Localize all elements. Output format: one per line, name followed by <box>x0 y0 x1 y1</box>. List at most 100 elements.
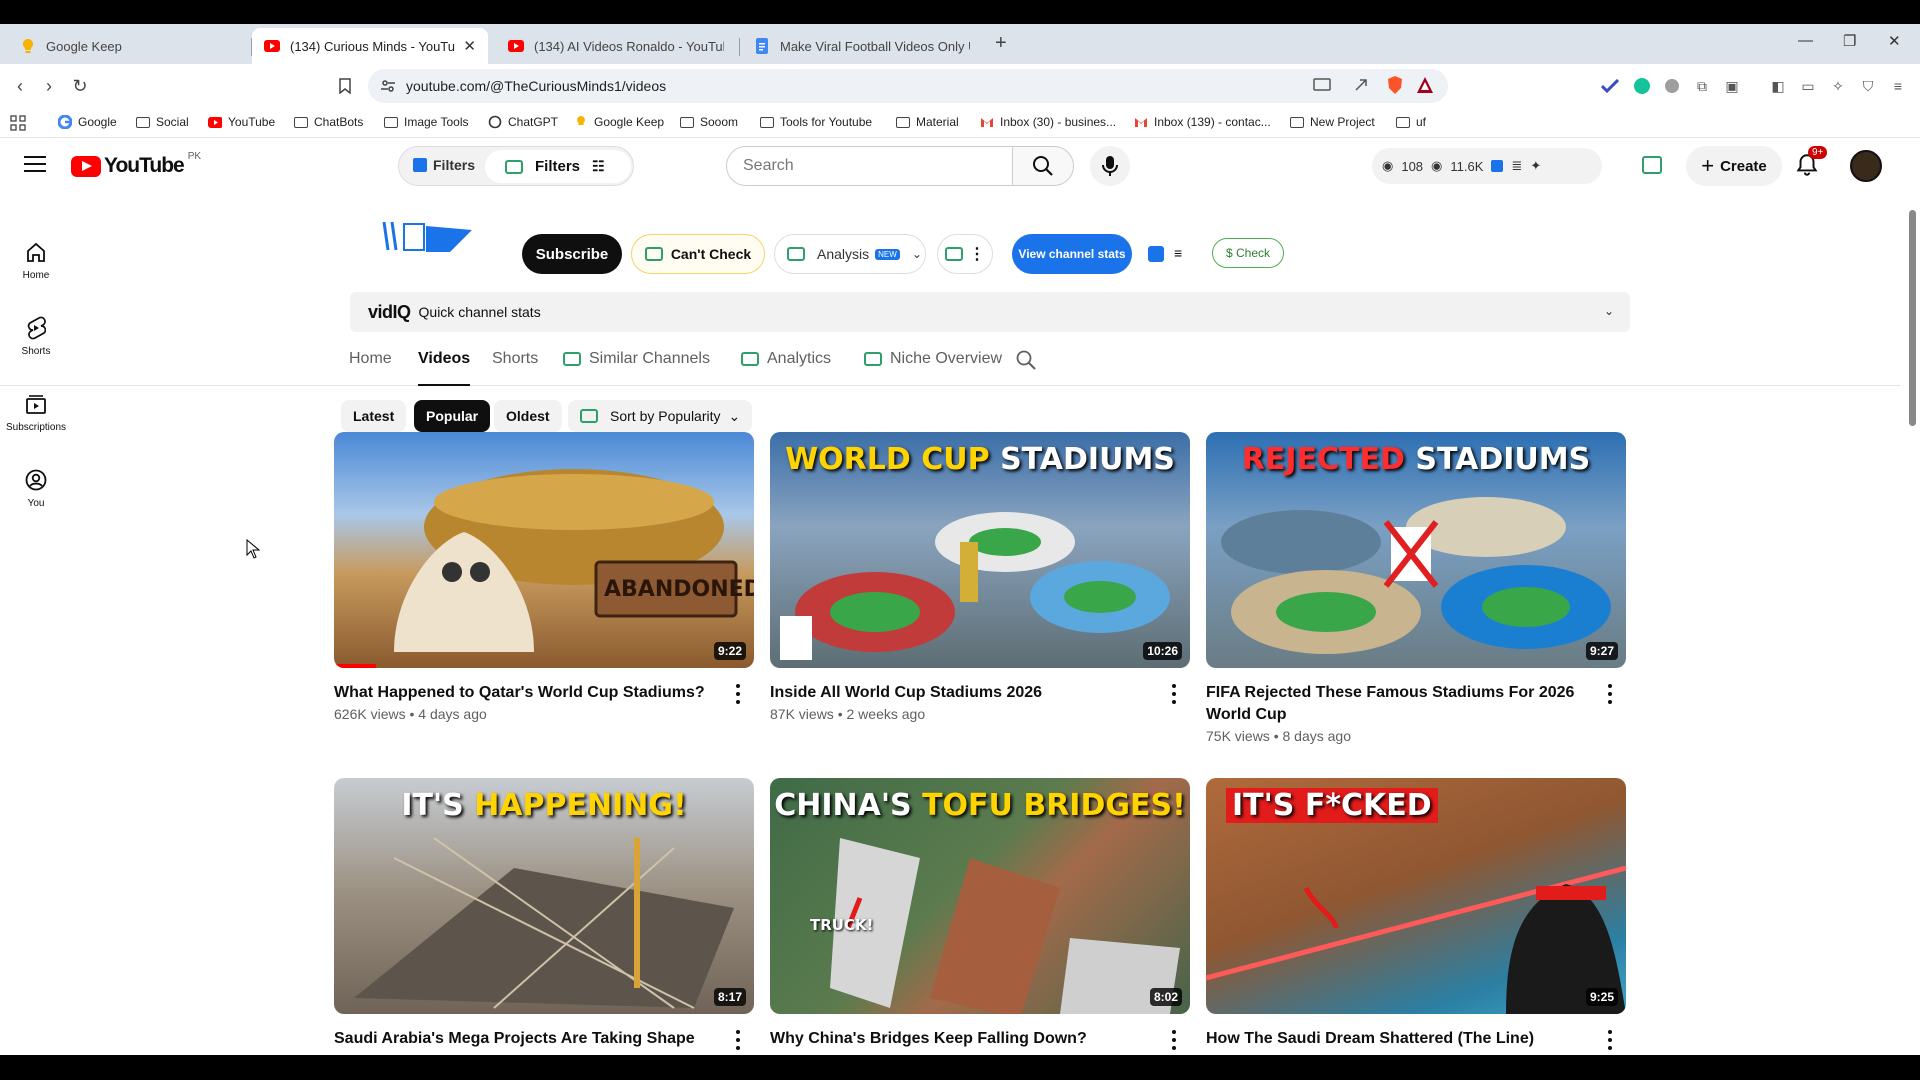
video-card[interactable]: IT'S F*CKED 9:25 How The Saudi Dream Sha… <box>1206 778 1626 1050</box>
bookmark-tools-for-youtube[interactable]: Tools for Youtube <box>760 115 872 129</box>
more-vert-icon[interactable] <box>728 682 748 706</box>
address-bar[interactable]: youtube.com/@TheCuriousMinds1/videos <box>368 69 1448 103</box>
back-icon[interactable]: ‹ <box>8 74 32 98</box>
check-extension-icon[interactable] <box>1600 76 1620 96</box>
tab-home[interactable]: Home <box>349 350 392 368</box>
tab-google-keep[interactable]: Google Keep <box>8 28 248 64</box>
guide-item-home[interactable]: Home <box>0 240 72 281</box>
apps-icon[interactable] <box>10 115 26 131</box>
tab-videos[interactable]: Videos <box>418 350 471 386</box>
more-vert-icon[interactable] <box>1600 1028 1620 1052</box>
video-card[interactable]: WORLD CUP STADIUMS 10:26 Inside All Worl… <box>770 432 1190 722</box>
quick-channel-stats-bar[interactable]: vidIQ Quick channel stats ⌄ <box>350 292 1630 332</box>
vpn-icon[interactable]: ⛉ <box>1858 76 1878 96</box>
more-vert-icon[interactable] <box>1600 682 1620 706</box>
bookmark-uf[interactable]: uf <box>1396 115 1426 129</box>
cant-check-button[interactable]: Can't Check <box>631 234 765 274</box>
bookmark-chatbots[interactable]: ChatBots <box>294 115 363 129</box>
minimize-icon[interactable]: — <box>1798 32 1813 49</box>
video-card[interactable]: ABANDONED 9:22 What Happened to Qatar's … <box>334 432 754 722</box>
bookmark-new-project[interactable]: New Project <box>1290 115 1375 129</box>
more-vert-icon[interactable] <box>1164 682 1184 706</box>
tab-curious-minds[interactable]: (134) Curious Minds - YouTube ✕ <box>252 28 488 64</box>
tab-similar-channels[interactable]: Similar Channels <box>563 350 710 368</box>
brave-rewards-icon[interactable] <box>1416 76 1434 99</box>
grammarly-icon[interactable] <box>1632 76 1652 96</box>
bookmark-page-icon[interactable] <box>333 74 357 98</box>
tab-shorts[interactable]: Shorts <box>492 350 538 368</box>
brave-shield-icon[interactable] <box>1386 75 1404 100</box>
filters-button[interactable]: Filters ☷ <box>485 150 631 183</box>
wallet-icon[interactable]: ▭ <box>1798 76 1818 96</box>
filters-button-compact[interactable]: Filters <box>413 157 475 173</box>
create-button[interactable]: + Create <box>1686 146 1782 186</box>
page-scrollbar[interactable] <box>1904 170 1920 1055</box>
vidiq-realtime-stats[interactable]: ◉ 108 ◉ 11.6K ≣ ✦ <box>1372 148 1602 184</box>
tab-make-viral[interactable]: Make Viral Football Videos Only Usi <box>742 28 982 64</box>
video-title[interactable]: FIFA Rejected These Famous Stadiums For … <box>1206 682 1626 726</box>
video-thumbnail[interactable]: CHINA'S TOFU BRIDGES! TRUCK! 8:02 <box>770 778 1190 1014</box>
view-channel-stats-button[interactable]: View channel stats <box>1012 234 1132 274</box>
sidebar-icon[interactable]: ◧ <box>1768 76 1788 96</box>
bookmark-sooom[interactable]: Sooom <box>680 115 738 129</box>
vidiq-icon[interactable] <box>1148 246 1164 262</box>
forward-icon[interactable]: › <box>37 74 61 98</box>
bookmark-material[interactable]: Material <box>896 115 959 129</box>
bookmark-google[interactable]: Google <box>58 115 117 129</box>
tab-analytics[interactable]: Analytics <box>741 350 831 368</box>
tab-niche-overview[interactable]: Niche Overview <box>864 350 1002 368</box>
cast-icon[interactable] <box>1313 77 1331 98</box>
video-title[interactable]: What Happened to Qatar's World Cup Stadi… <box>334 682 754 704</box>
search-button[interactable] <box>1012 146 1074 186</box>
avatar[interactable] <box>1850 150 1882 182</box>
video-thumbnail[interactable]: ABANDONED 9:22 <box>334 432 754 668</box>
bookmark-chatgpt[interactable]: ChatGPT <box>488 115 558 129</box>
restore-icon[interactable]: ❐ <box>1843 32 1856 50</box>
voice-search-button[interactable] <box>1090 146 1130 186</box>
video-title[interactable]: How The Saudi Dream Shattered (The Line) <box>1206 1028 1626 1050</box>
video-thumbnail[interactable]: WORLD CUP STADIUMS 10:26 <box>770 432 1190 668</box>
subscribe-button[interactable]: Subscribe <box>522 234 622 274</box>
vidiq-extension-icon[interactable] <box>1642 156 1662 174</box>
scrollbar-thumb[interactable] <box>1909 210 1916 426</box>
analysis-button[interactable]: Analysis NEW ⌄ <box>774 234 926 274</box>
video-title[interactable]: Why China's Bridges Keep Falling Down? <box>770 1028 1190 1050</box>
chip-oldest[interactable]: Oldest <box>494 400 562 432</box>
video-thumbnail[interactable]: IT'S HAPPENING! 8:17 <box>334 778 754 1014</box>
new-tab-icon[interactable]: + <box>995 32 1007 55</box>
bookmark-inbox-contact[interactable]: Inbox (139) - contac... <box>1134 115 1271 129</box>
leo-ai-icon[interactable]: ✧ <box>1828 76 1848 96</box>
bookmark-youtube[interactable]: YouTube <box>208 115 275 129</box>
guide-menu-icon[interactable] <box>24 156 46 172</box>
reload-icon[interactable]: ↻ <box>68 74 92 98</box>
channel-search-icon[interactable] <box>1016 350 1036 370</box>
chip-popular[interactable]: Popular <box>414 400 491 432</box>
close-window-icon[interactable]: ✕ <box>1888 32 1901 50</box>
menu-icon[interactable]: ≡ <box>1888 76 1908 96</box>
search-input[interactable]: Search <box>726 146 1014 186</box>
share-icon[interactable] <box>1353 77 1369 98</box>
youtube-logo[interactable]: YouTube PK <box>71 151 201 178</box>
guide-item-subscriptions[interactable]: Subscriptions <box>0 392 72 433</box>
guide-item-you[interactable]: You <box>0 468 72 509</box>
video-card[interactable]: CHINA'S TOFU BRIDGES! TRUCK! 8:02 Why Ch… <box>770 778 1190 1050</box>
list-icon[interactable]: ≡ <box>1174 245 1182 261</box>
bookmark-image-tools[interactable]: Image Tools <box>384 115 468 129</box>
more-vert-icon[interactable] <box>728 1028 748 1052</box>
check-button[interactable]: $ Check <box>1212 238 1284 268</box>
tab-ai-videos[interactable]: (134) AI Videos Ronaldo - YouTube <box>496 28 736 64</box>
more-vert-icon[interactable] <box>1164 1028 1184 1052</box>
video-thumbnail[interactable]: IT'S F*CKED 9:25 <box>1206 778 1626 1014</box>
sort-by-popularity-dropdown[interactable]: Sort by Popularity ⌄ <box>568 400 753 432</box>
video-card[interactable]: REJECTED STADIUMS 9:27 FIFA Rejected The… <box>1206 432 1626 744</box>
video-title[interactable]: Saudi Arabia's Mega Projects Are Taking … <box>334 1028 754 1050</box>
video-thumbnail[interactable]: REJECTED STADIUMS 9:27 <box>1206 432 1626 668</box>
bookmark-social[interactable]: Social <box>136 115 189 129</box>
extensions-icon[interactable]: ⧉ <box>1692 76 1712 96</box>
chip-latest[interactable]: Latest <box>341 400 407 432</box>
video-card[interactable]: IT'S HAPPENING! 8:17 Saudi Arabia's Mega… <box>334 778 754 1050</box>
video-title[interactable]: Inside All World Cup Stadiums 2026 <box>770 682 1190 704</box>
bookmark-inbox-business[interactable]: Inbox (30) - busines... <box>980 115 1116 129</box>
site-info-icon[interactable] <box>380 78 396 99</box>
vidiq-more-button[interactable]: ⋮ <box>937 234 993 274</box>
